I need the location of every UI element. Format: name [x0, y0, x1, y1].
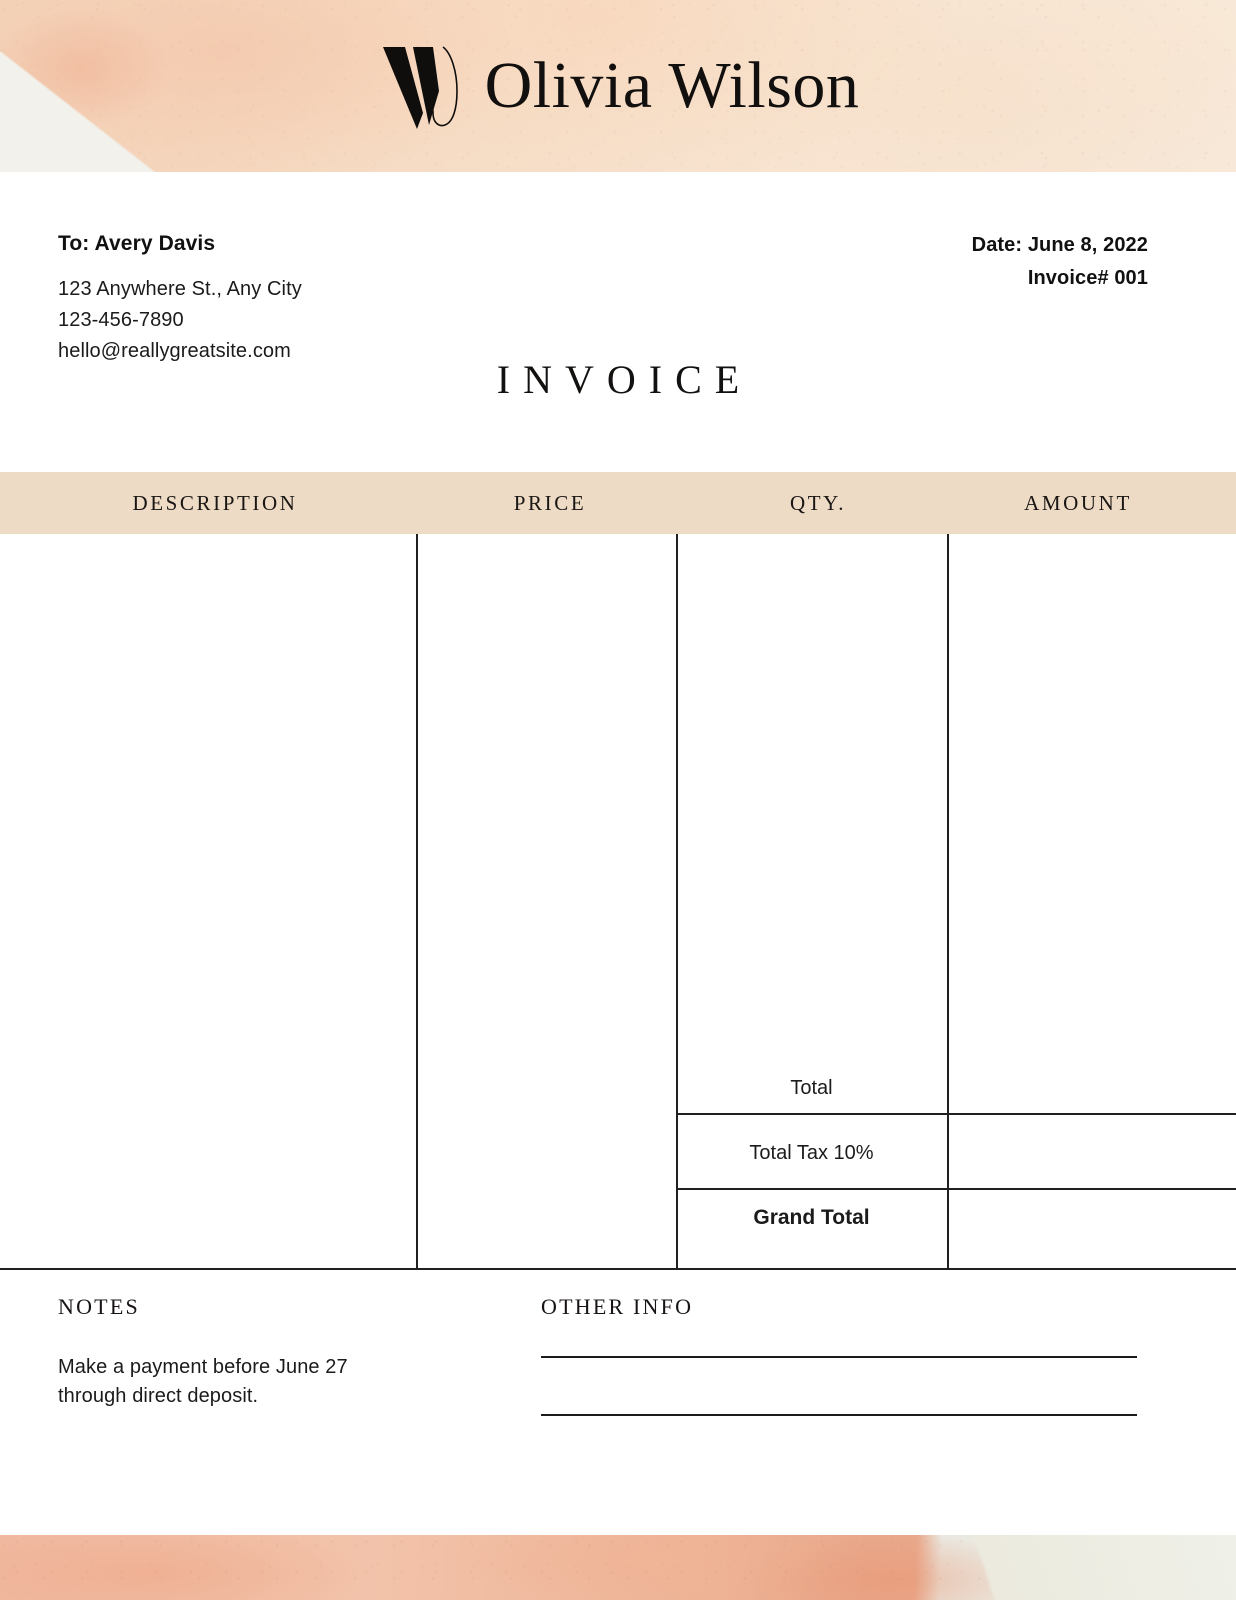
total-tax-label: Total Tax 10%: [749, 1142, 874, 1164]
table-body: Total Total Tax 10% Grand Total: [0, 534, 1236, 1270]
document-title: INVOICE: [496, 357, 753, 402]
bill-to-name: To: Avery Davis: [58, 232, 216, 255]
bill-to-block: To: Avery Davis 123 Anywhere St., Any Ci…: [58, 232, 528, 371]
footer-pale-wedge: [816, 1535, 1236, 1600]
totals-divider-1: [676, 1113, 1236, 1115]
notes-line-1: Make a payment before June 27: [58, 1356, 348, 1378]
other-info-block: OTHER INFO: [541, 1294, 1141, 1472]
totals-divider-2: [676, 1188, 1236, 1190]
notes-title: NOTES: [58, 1294, 140, 1319]
invoice-meta-block: Date: June 8, 2022 Invoice# 001: [972, 234, 1148, 300]
other-info-field-1[interactable]: [541, 1356, 1137, 1358]
table-bottom-border: [0, 1268, 1236, 1270]
invoice-page: Olivia Wilson To: Avery Davis 123 Anywhe…: [0, 0, 1236, 1600]
column-header-qty: QTY.: [789, 491, 847, 515]
invoice-number: Invoice# 001: [1027, 267, 1148, 289]
other-info-field-2[interactable]: [541, 1414, 1137, 1416]
column-divider-1: [416, 534, 418, 1270]
bill-to-address: 123 Anywhere St., Any City: [58, 278, 302, 300]
brand-lockup: Olivia Wilson: [0, 0, 1236, 172]
invoice-date: Date: June 8, 2022: [971, 234, 1148, 256]
w-monogram-icon: [377, 39, 463, 136]
table-header-row: DESCRIPTION PRICE QTY. AMOUNT: [0, 472, 1236, 534]
notes-line-2: through direct deposit.: [58, 1385, 259, 1407]
other-info-title: OTHER INFO: [541, 1294, 694, 1319]
grand-total-label: Grand Total: [753, 1206, 870, 1229]
notes-block: NOTES Make a payment before June 27 thro…: [58, 1294, 488, 1414]
column-header-price: PRICE: [513, 491, 587, 515]
brand-name: Olivia Wilson: [484, 49, 860, 122]
column-header-description: DESCRIPTION: [132, 491, 298, 515]
footer-watercolor-band: [0, 1535, 1236, 1600]
column-divider-3: [947, 534, 949, 1270]
bill-to-phone: 123-456-7890: [58, 309, 184, 331]
total-label: Total: [790, 1077, 833, 1099]
column-header-amount: AMOUNT: [1024, 491, 1132, 515]
